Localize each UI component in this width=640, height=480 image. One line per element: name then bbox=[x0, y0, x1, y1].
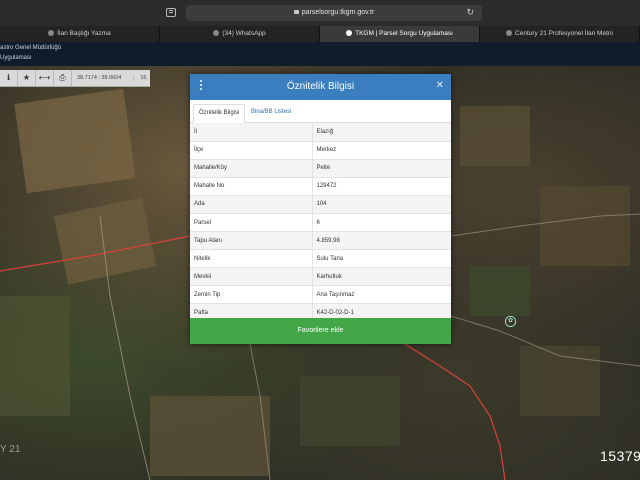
attribute-row: Zemin Tip Ana Taşınmaz bbox=[190, 285, 451, 305]
site-title-line1: astro Genel Müdürlüğü bbox=[0, 45, 62, 51]
attribute-value: Sulu Tarla bbox=[312, 249, 451, 269]
tab-label: Century 21 Profesyonel İlan Metni bbox=[515, 30, 613, 37]
attribute-key: İl bbox=[190, 123, 313, 142]
tab-label: TKGM | Parsel Sorgu Uygulaması bbox=[355, 30, 453, 37]
print-icon[interactable]: ⎙ bbox=[54, 70, 72, 86]
attribute-row: Mevkii Karhutluk bbox=[190, 267, 451, 287]
road-line bbox=[249, 343, 271, 480]
dialog-tabs: Öznitelik Bilgisi Bina/BB Listesi bbox=[190, 100, 451, 123]
poi-marker-icon[interactable]: ✿ bbox=[505, 316, 516, 327]
attribute-row: Nitelik Sulu Tarla bbox=[190, 249, 451, 269]
attribute-key: Mevkii bbox=[190, 267, 313, 287]
tab-favicon bbox=[506, 30, 513, 36]
tab-label: İlan Başlığı Yazma bbox=[57, 30, 111, 37]
attribute-value: Merkez bbox=[312, 141, 451, 160]
zoom-level: 16 bbox=[133, 75, 146, 81]
tab-tkgm[interactable]: TKGM | Parsel Sorgu Uygulaması bbox=[320, 26, 480, 42]
tab-strip: İlan Başlığı Yazma (34) WhatsApp TKGM | … bbox=[0, 26, 640, 42]
tab-building-list[interactable]: Bina/BB Listesi bbox=[246, 104, 296, 121]
close-icon[interactable]: ✕ bbox=[436, 80, 444, 91]
attribute-table: İl Elazığ İlçe Merkez Mahalle/Köy Pelte Mahall… bbox=[190, 123, 451, 323]
attribute-row: Ada 104 bbox=[190, 195, 451, 214]
road-line bbox=[450, 213, 640, 237]
attribute-value: 4.859,98 bbox=[312, 231, 451, 251]
map-toolbar: ℹ ★ ⟷ ⎙ 38.7174 : 39.0604 16 bbox=[0, 70, 150, 87]
info-icon[interactable]: ℹ bbox=[0, 70, 18, 86]
attribute-value: Karhutluk bbox=[312, 267, 451, 287]
sidebar-toggle-icon[interactable] bbox=[166, 8, 176, 17]
reload-icon[interactable]: ↻ bbox=[466, 7, 474, 18]
attribute-row: İl Elazığ bbox=[190, 123, 451, 142]
dialog-title: Öznitelik Bilgisi bbox=[286, 81, 355, 92]
tab-ilan-basligi[interactable]: İlan Başlığı Yazma bbox=[0, 26, 160, 42]
attribute-value: 104 bbox=[312, 195, 451, 214]
attribute-dialog: Öznitelik Bilgisi ✕ Öznitelik Bilgisi Bi… bbox=[190, 74, 451, 344]
site-header: astro Genel Müdürlüğü Uygulaması bbox=[0, 42, 640, 66]
attribute-row: Mahalle/Köy Pelte bbox=[190, 159, 451, 178]
url-text: parselsorgu.tkgm.gov.tr bbox=[301, 9, 375, 16]
road-line bbox=[99, 215, 151, 480]
tab-whatsapp[interactable]: (34) WhatsApp bbox=[160, 26, 320, 42]
attribute-key: İlçe bbox=[190, 141, 313, 160]
attribute-value: Pelte bbox=[312, 159, 451, 178]
tab-century21[interactable]: Century 21 Profesyonel İlan Metni bbox=[480, 26, 640, 42]
attribute-value: Ana Taşınmaz bbox=[312, 285, 451, 305]
attribute-row: Parsel 6 bbox=[190, 213, 451, 233]
attribute-key: Nitelik bbox=[190, 249, 313, 269]
attribute-value: 6 bbox=[312, 213, 451, 233]
lock-icon bbox=[293, 10, 299, 14]
add-to-favorites-button[interactable]: Favorilere ekle bbox=[190, 318, 451, 344]
star-icon[interactable]: ★ bbox=[18, 70, 36, 86]
address-bar[interactable]: parselsorgu.tkgm.gov.tr ↻ bbox=[186, 5, 482, 21]
measure-icon[interactable]: ⟷ bbox=[36, 70, 54, 86]
road-line bbox=[450, 315, 640, 367]
attribute-row: Mahalle No 129472 bbox=[190, 177, 451, 196]
tab-attribute-info[interactable]: Öznitelik Bilgisi bbox=[193, 104, 246, 123]
map-watermark: Y 21 bbox=[0, 444, 21, 455]
attribute-value: Elazığ bbox=[312, 123, 451, 142]
location-pin-icon bbox=[346, 30, 353, 36]
tab-label: (34) WhatsApp bbox=[222, 30, 266, 37]
attribute-key: Tapu Alanı bbox=[190, 231, 313, 251]
attribute-key: Zemin Tip bbox=[190, 285, 313, 305]
attribute-row: İlçe Merkez bbox=[190, 141, 451, 160]
attribute-key: Mahalle/Köy bbox=[190, 159, 313, 178]
attribute-value: 129472 bbox=[312, 177, 451, 196]
parcel-boundary-line bbox=[399, 340, 506, 480]
dialog-header: Öznitelik Bilgisi ✕ bbox=[190, 74, 451, 100]
tab-favicon bbox=[213, 30, 220, 36]
site-title-line2: Uygulaması bbox=[0, 55, 32, 61]
attribute-key: Parsel bbox=[190, 213, 313, 233]
attribute-row: Tapu Alanı 4.859,98 bbox=[190, 231, 451, 251]
coordinate-readout: 38.7174 : 39.0604 bbox=[77, 75, 122, 81]
tab-favicon bbox=[48, 30, 55, 36]
parcel-boundary-line bbox=[0, 235, 191, 272]
map-counter: 15379 bbox=[600, 448, 640, 464]
attribute-key: Ada bbox=[190, 195, 313, 214]
browser-toolbar: parselsorgu.tkgm.gov.tr ↻ bbox=[0, 0, 640, 26]
attribute-key: Mahalle No bbox=[190, 177, 313, 196]
